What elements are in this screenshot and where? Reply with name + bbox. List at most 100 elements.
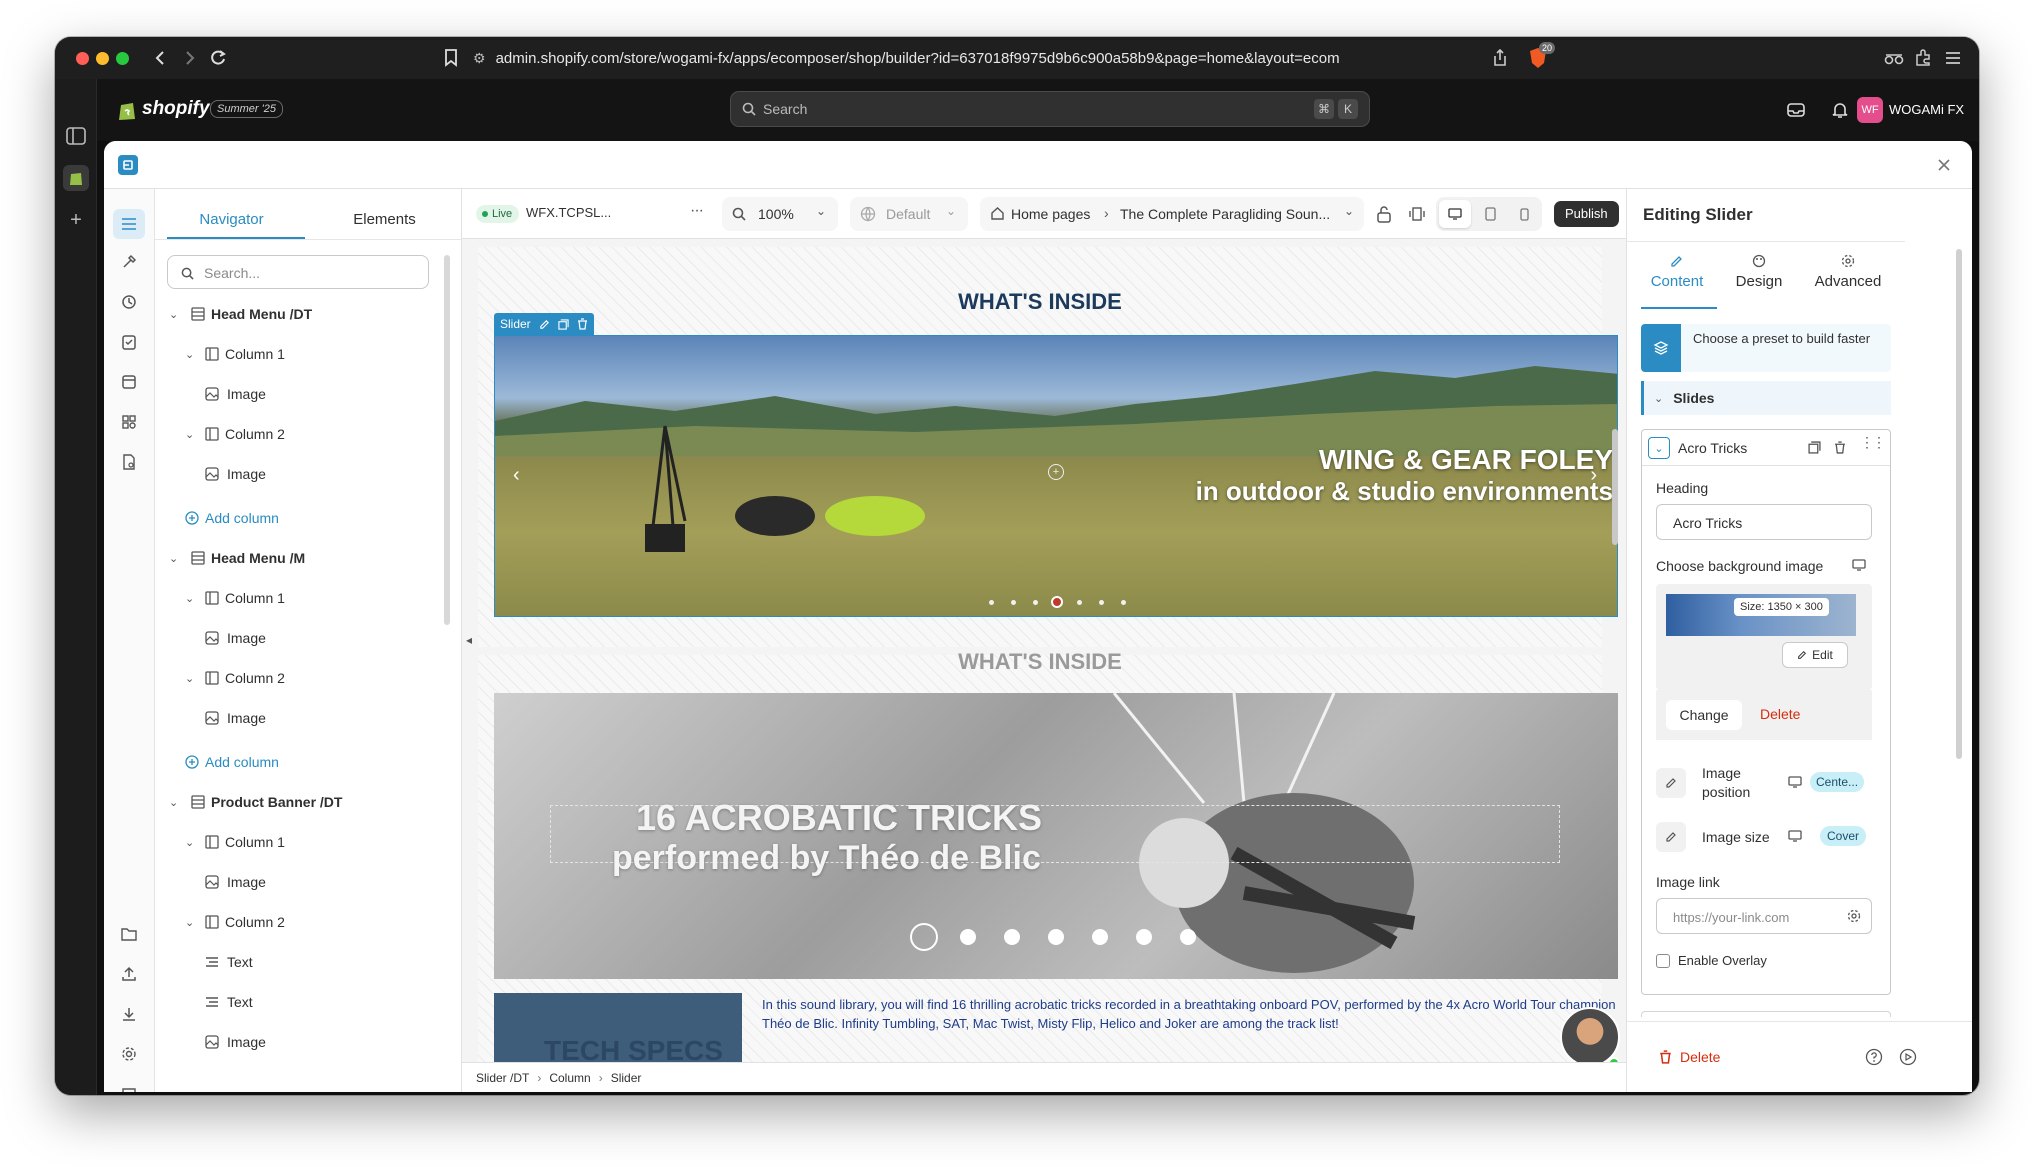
tree-item-image[interactable]: Image	[205, 864, 500, 900]
close-window-button[interactable]	[76, 52, 89, 65]
slide-title[interactable]: WING & GEAR FOLEY	[1196, 444, 1613, 476]
desktop-icon[interactable]	[1788, 830, 1802, 842]
download-icon[interactable]	[118, 1003, 140, 1025]
incognito-icon[interactable]	[1884, 49, 1904, 67]
box-icon[interactable]	[118, 371, 140, 393]
pencil-icon[interactable]	[539, 319, 550, 330]
menu-icon[interactable]	[1943, 49, 1963, 67]
desktop-icon[interactable]	[1852, 559, 1866, 571]
tree-item-column[interactable]: ⌄ Column 2	[185, 416, 480, 452]
slider-badge-label[interactable]: Slider	[500, 313, 531, 335]
slide-item-header[interactable]: ⌄ Acro Tricks ⋮⋮	[1642, 430, 1890, 466]
share-icon[interactable]	[1491, 49, 1509, 67]
reload-icon[interactable]	[208, 48, 228, 68]
inspector-scrollbar[interactable]	[1956, 249, 1962, 759]
chevron-down-icon[interactable]: ⌄	[185, 836, 201, 849]
add-column-button[interactable]: Add column	[185, 744, 480, 780]
breadcrumb-item[interactable]: Column	[549, 1071, 590, 1085]
shopify-logo-icon[interactable]	[117, 99, 137, 121]
back-icon[interactable]	[150, 48, 170, 68]
slide-subtitle[interactable]: in outdoor & studio environments	[1196, 476, 1613, 507]
desktop-icon[interactable]	[1439, 200, 1471, 228]
tree-item-section[interactable]: ⌄ Head Menu /M	[167, 540, 462, 576]
zoom-select[interactable]: 100% ⌄	[722, 197, 838, 231]
chat-icon[interactable]	[118, 1083, 140, 1092]
tree-item-text[interactable]: Text	[205, 944, 500, 980]
description-text[interactable]: In this sound library, you will find 16 …	[762, 995, 1622, 1033]
help-icon[interactable]	[1865, 1048, 1883, 1066]
shopify-wordmark[interactable]: shopify	[142, 98, 210, 120]
sidebar-toggle-icon[interactable]	[65, 125, 87, 147]
image-link-input[interactable]: https://your-link.com	[1656, 898, 1872, 934]
tree-item-image[interactable]: Image	[205, 456, 500, 492]
apps-icon[interactable]	[118, 411, 140, 433]
new-tab-icon[interactable]: +	[65, 209, 87, 231]
trash-icon[interactable]	[577, 318, 588, 330]
breadcrumb-item[interactable]: Slider /DT	[476, 1071, 529, 1085]
section-heading[interactable]: WHAT'S INSIDE	[478, 649, 1602, 675]
slider-dot[interactable]	[1098, 599, 1104, 605]
slider-dot[interactable]	[1051, 596, 1063, 608]
tab-elements[interactable]: Elements	[308, 211, 461, 228]
tree-item-text[interactable]: Text	[205, 984, 500, 1020]
inbox-icon[interactable]	[1785, 99, 1807, 121]
slider-dot[interactable]	[1010, 599, 1016, 605]
address-bar[interactable]: ⚙ admin.shopify.com/store/wogami-fx/apps…	[473, 42, 1623, 74]
store-name[interactable]: WOGAMi FX	[1889, 102, 1964, 117]
slider-dot[interactable]	[1180, 929, 1196, 945]
history-icon[interactable]	[118, 291, 140, 313]
tree-item-column[interactable]: ⌄ Column 1	[185, 336, 480, 372]
admin-search-input[interactable]: Search ⌘ K	[730, 91, 1370, 127]
support-avatar[interactable]	[1560, 1007, 1620, 1062]
add-element-icon[interactable]: +	[1048, 464, 1064, 480]
slider-dot[interactable]	[1136, 929, 1152, 945]
delete-image-button[interactable]: Delete	[1760, 706, 1800, 722]
chevron-down-icon[interactable]: ⌄	[169, 308, 187, 321]
tree-item-column[interactable]: ⌄ Column 2	[185, 904, 480, 940]
slider-dot[interactable]	[1092, 929, 1108, 945]
url-text[interactable]: admin.shopify.com/store/wogami-fx/apps/e…	[496, 50, 1340, 67]
chevron-down-icon[interactable]: ⌄	[169, 552, 187, 565]
chevron-down-icon[interactable]: ⌄	[169, 796, 187, 809]
settings-gear-icon[interactable]	[118, 1043, 140, 1065]
more-options-button[interactable]: ···	[690, 202, 704, 220]
background-image-preview[interactable]: Size: 1350 × 300 Edit	[1656, 584, 1872, 690]
store-avatar[interactable]: WF	[1857, 97, 1883, 123]
clipboard-icon[interactable]	[118, 331, 140, 353]
shopify-tab-icon[interactable]	[63, 165, 89, 191]
chevron-down-icon[interactable]: ⌄	[185, 348, 201, 361]
tree-item-section[interactable]: ⌄ Product Banner /DT	[167, 784, 462, 820]
edition-badge[interactable]: Summer '25	[210, 100, 283, 118]
chevron-down-icon[interactable]: ⌄	[185, 428, 201, 441]
unlock-icon[interactable]	[1376, 205, 1392, 223]
edit-image-button[interactable]: Edit	[1782, 642, 1848, 668]
tech-specs-block[interactable]: TECH SPECS	[494, 993, 742, 1062]
slider-next-icon[interactable]: ›	[1590, 464, 1597, 487]
slides-accordion[interactable]: ⌄ Slides	[1641, 381, 1891, 415]
tablet-icon[interactable]	[1474, 200, 1506, 228]
add-column-button[interactable]: Add column	[185, 500, 480, 536]
pencil-icon[interactable]	[1656, 768, 1686, 798]
extensions-icon[interactable]	[1913, 49, 1933, 67]
tree-item-image[interactable]: Image	[205, 1024, 500, 1060]
chevron-down-icon[interactable]: ⌄	[185, 592, 201, 605]
slider-dot[interactable]	[1032, 599, 1038, 605]
delete-element-button[interactable]: Delete	[1659, 1049, 1720, 1065]
slider-1[interactable]: WING & GEAR FOLEY in outdoor & studio en…	[494, 335, 1618, 617]
pencil-icon[interactable]	[1656, 822, 1686, 852]
slider-dot[interactable]	[1048, 929, 1064, 945]
slider-prev-icon[interactable]: ‹	[513, 464, 520, 487]
slider-dot[interactable]	[960, 929, 976, 945]
section-heading[interactable]: WHAT'S INSIDE	[478, 289, 1602, 315]
heading-input[interactable]: Acro Tricks	[1656, 504, 1872, 540]
theme-select[interactable]: Default ⌄	[850, 197, 968, 231]
bookmark-icon[interactable]	[443, 49, 459, 67]
resize-icon[interactable]	[1408, 205, 1426, 223]
slider-dot[interactable]	[1004, 929, 1020, 945]
tab-navigator[interactable]: Navigator	[155, 211, 308, 228]
tree-item-image[interactable]: Image	[205, 620, 500, 656]
upload-icon[interactable]	[118, 963, 140, 985]
canvas-scrollbar[interactable]	[1612, 429, 1618, 545]
change-image-button[interactable]: Change	[1666, 700, 1742, 730]
slider-dot[interactable]	[910, 923, 938, 951]
